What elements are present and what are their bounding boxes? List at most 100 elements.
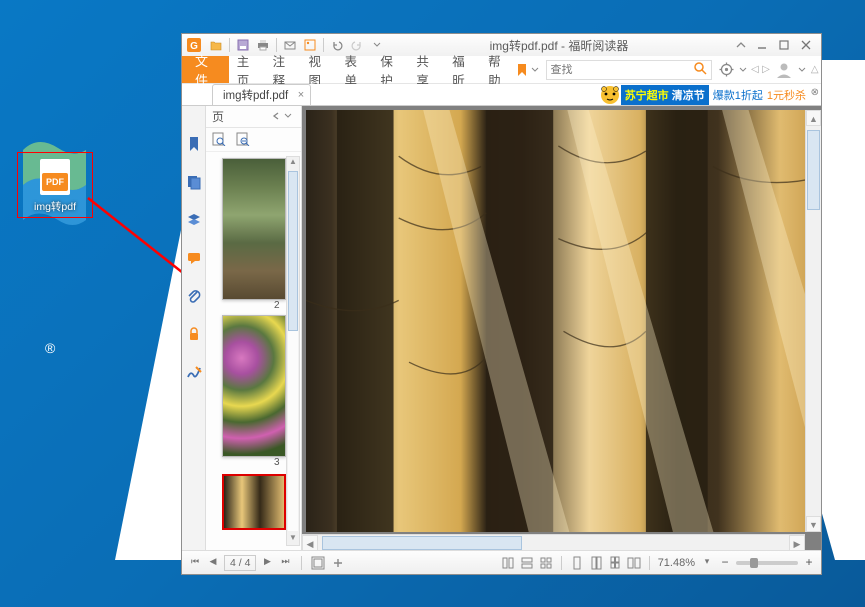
user-dropdown-icon[interactable]	[796, 66, 809, 74]
thumbnail-item-selected[interactable]	[222, 474, 286, 530]
zoom-dropdown-icon[interactable]: ▾	[700, 556, 714, 570]
menu-foxit[interactable]: 福昕	[444, 56, 480, 83]
view-controls: 71.48% ▾ − +	[501, 556, 815, 570]
pages-panel-icon[interactable]	[186, 174, 202, 190]
thumbnail-list: 2 3 ▲ ▼	[206, 152, 301, 550]
thumb-zoom-in-icon[interactable]	[212, 132, 228, 148]
zoom-in-icon[interactable]: +	[803, 557, 815, 569]
scroll-down-icon[interactable]: ▼	[806, 516, 821, 532]
window-title: img转pdf.pdf - 福昕阅读器	[387, 37, 731, 54]
nav-back-icon[interactable]: ◁	[749, 64, 760, 75]
fit-width-icon[interactable]	[589, 556, 603, 570]
bookmark-dropdown-icon[interactable]	[529, 66, 542, 74]
pdf-file-icon: PDF	[40, 159, 70, 195]
zoom-value[interactable]: 71.48%	[658, 557, 695, 569]
security-panel-icon[interactable]	[186, 326, 202, 342]
last-page-icon[interactable]: ⏭	[278, 556, 292, 570]
workarea: 页 2 3 ▲	[182, 106, 821, 550]
close-button[interactable]	[795, 37, 817, 53]
window-controls	[751, 37, 817, 53]
tiger-icon	[599, 84, 621, 106]
comments-panel-icon[interactable]	[186, 250, 202, 266]
scroll-up-icon[interactable]: ▲	[806, 110, 821, 126]
scroll-up-icon[interactable]: ▲	[287, 157, 299, 169]
bookmark-icon[interactable]	[516, 63, 529, 77]
fit-page-icon[interactable]	[570, 556, 584, 570]
nav-fwd-icon[interactable]: ▷	[760, 64, 771, 75]
thumbnail-item[interactable]: 3	[222, 315, 286, 468]
menu-share[interactable]: 共享	[408, 56, 444, 83]
thumbnail-panel-title: 页	[212, 108, 224, 125]
thumbnail-image	[222, 315, 286, 457]
view-tool-icon-1[interactable]	[311, 556, 325, 570]
page-indicator[interactable]: 4 / 4	[224, 555, 256, 571]
ad-banner[interactable]: 苏宁超市 清凉节 爆款1折起 1元秒杀	[599, 84, 806, 106]
search-box[interactable]	[546, 60, 712, 80]
thumbnail-number: 2	[222, 300, 286, 311]
search-input[interactable]	[551, 64, 693, 76]
tab-close-icon[interactable]: ×	[298, 89, 304, 101]
menu-form[interactable]: 表单	[336, 56, 372, 83]
first-page-icon[interactable]: ⏮	[188, 556, 202, 570]
thumbnail-toolbar	[206, 128, 301, 152]
attachments-panel-icon[interactable]	[186, 288, 202, 304]
menu-help[interactable]: 帮助	[480, 56, 516, 83]
thumbnail-scrollbar[interactable]: ▲ ▼	[286, 156, 300, 546]
menu-home[interactable]: 主页	[229, 56, 265, 83]
maximize-button[interactable]	[773, 37, 795, 53]
search-icon[interactable]	[693, 61, 707, 78]
page-view[interactable]	[306, 110, 821, 532]
layout-icon-1[interactable]	[501, 556, 515, 570]
view-tool-icon-2[interactable]	[331, 556, 345, 570]
thumbnail-image	[222, 158, 286, 300]
thumbnail-number: 3	[222, 457, 286, 468]
file-menu[interactable]: 文件	[182, 56, 229, 83]
scroll-right-icon[interactable]: ▶	[789, 535, 805, 550]
layout-icon-2[interactable]	[520, 556, 534, 570]
minimize-button[interactable]	[751, 37, 773, 53]
horizontal-scrollbar[interactable]: ◀ ▶	[302, 534, 805, 550]
vertical-scrollbar[interactable]: ▲ ▼	[805, 110, 821, 532]
zoom-out-icon[interactable]: −	[719, 557, 731, 569]
statusbar: ⏮ ◀ 4 / 4 ▶ ⏭ 71.48% ▾ − +	[182, 550, 821, 574]
registered-symbol: ®	[45, 340, 55, 356]
facing-icon[interactable]	[627, 556, 641, 570]
ad-text-1b: 清凉节	[672, 90, 705, 102]
ribbon-toggle-icon[interactable]	[732, 36, 750, 54]
menu-protect[interactable]: 保护	[372, 56, 408, 83]
scroll-down-icon[interactable]: ▼	[287, 533, 299, 545]
panel-collapse-icon[interactable]	[271, 111, 283, 123]
thumb-zoom-out-icon[interactable]	[236, 132, 252, 148]
undo-icon[interactable]	[328, 36, 346, 54]
ad-text-1a: 苏宁超市	[625, 90, 669, 102]
menu-view[interactable]: 视图	[301, 56, 337, 83]
user-icon[interactable]	[775, 61, 793, 79]
desktop-pdf-icon[interactable]: PDF img转pdf	[17, 152, 93, 218]
scrollbar-grip[interactable]	[322, 536, 522, 550]
zoom-slider[interactable]	[736, 561, 798, 565]
next-page-icon[interactable]: ▶	[260, 556, 274, 570]
signatures-panel-icon[interactable]	[186, 364, 202, 380]
scrollbar-grip[interactable]	[288, 171, 298, 331]
layers-panel-icon[interactable]	[186, 212, 202, 228]
gear-icon[interactable]	[719, 62, 734, 77]
ad-close-icon[interactable]: ⊗	[811, 87, 819, 98]
document-tab[interactable]: img转pdf.pdf ×	[212, 84, 311, 105]
page-content-area: ▲ ▼ ◀ ▶	[302, 106, 821, 550]
scroll-left-icon[interactable]: ◀	[302, 535, 318, 550]
bookmark-panel-icon[interactable]	[186, 136, 202, 152]
menu-comment[interactable]: 注释	[265, 56, 301, 83]
thumbnail-item[interactable]: 2	[222, 158, 286, 311]
zoom-slider-knob[interactable]	[750, 558, 758, 568]
thumbnail-panel: 页 2 3 ▲	[206, 106, 302, 550]
collapse-ribbon-icon[interactable]: △	[808, 64, 821, 75]
scrollbar-grip[interactable]	[807, 130, 820, 210]
print-icon[interactable]	[254, 36, 272, 54]
layout-icon-3[interactable]	[539, 556, 553, 570]
menubar: 文件 主页 注释 视图 表单 保护 共享 福昕 帮助 ◁ ▷ △	[182, 56, 821, 84]
gear-dropdown-icon[interactable]	[737, 66, 750, 74]
page-navigator: ⏮ ◀ 4 / 4 ▶ ⏭	[188, 555, 292, 571]
panel-menu-icon[interactable]	[283, 111, 295, 123]
prev-page-icon[interactable]: ◀	[206, 556, 220, 570]
continuous-icon[interactable]	[608, 556, 622, 570]
